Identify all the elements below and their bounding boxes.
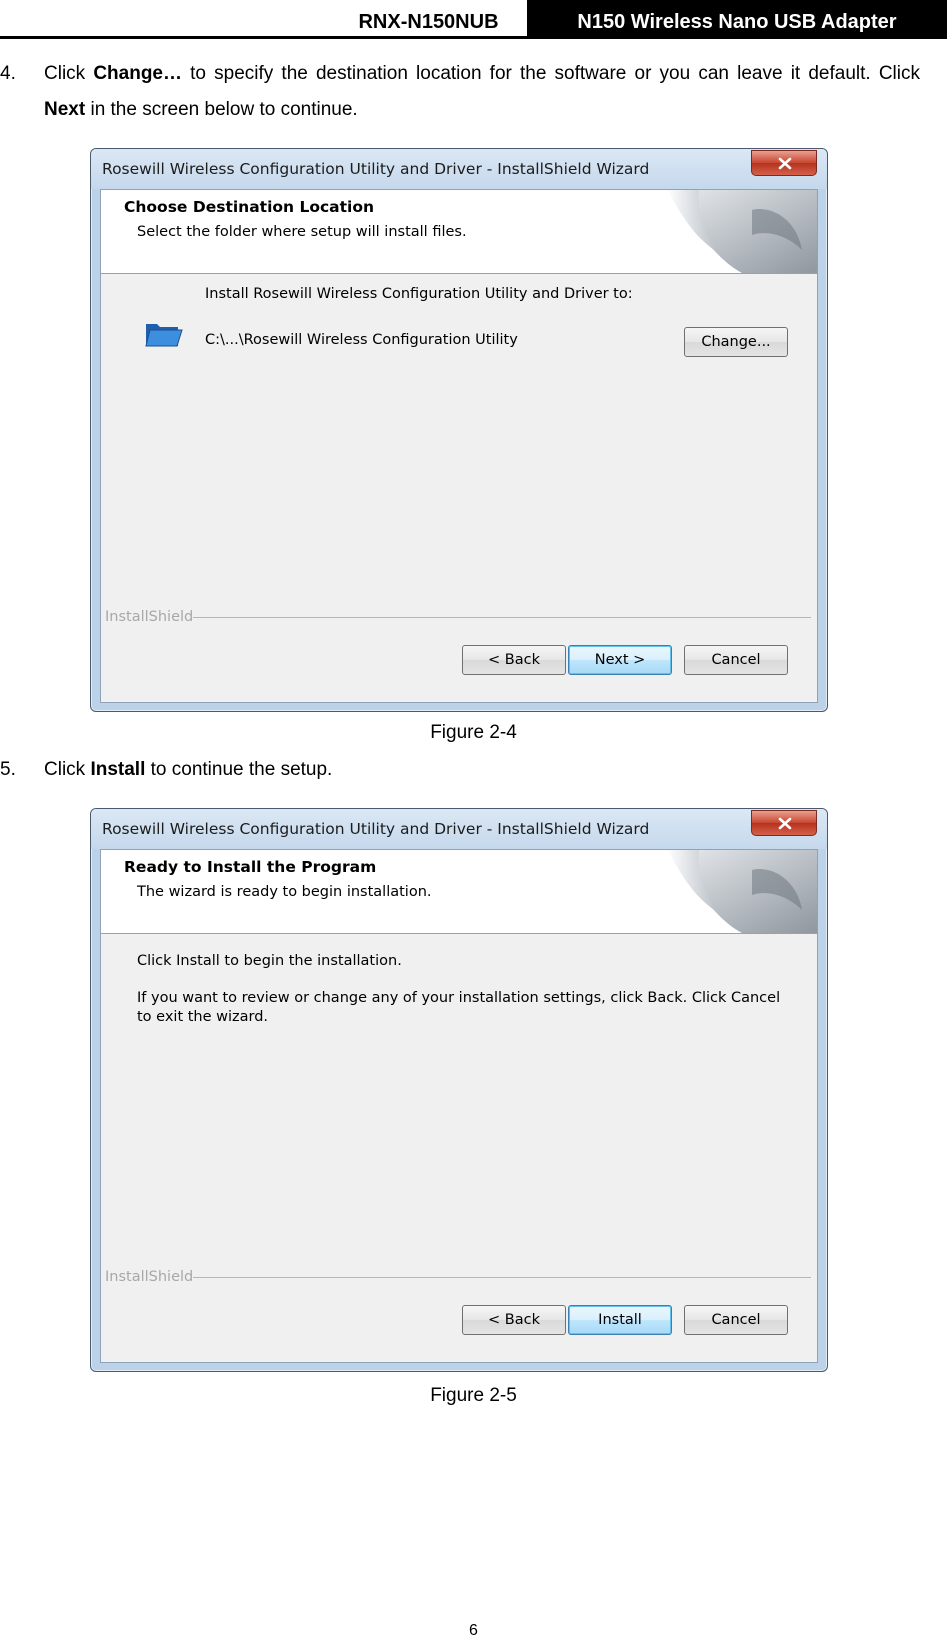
installshield-separator: InstallShield xyxy=(105,1269,811,1285)
close-icon xyxy=(778,157,792,170)
wizard-dialog-ready: Rosewill Wireless Configuration Utility … xyxy=(90,808,828,1372)
dialog-titlebar[interactable]: Rosewill Wireless Configuration Utility … xyxy=(91,809,827,849)
step-4: 4. Click Change… to specify the destinat… xyxy=(0,56,920,128)
installshield-label: InstallShield xyxy=(105,609,194,625)
install-to-label: Install Rosewill Wireless Configuration … xyxy=(205,286,633,302)
dialog-title: Rosewill Wireless Configuration Utility … xyxy=(102,820,650,838)
install-keyword: Install xyxy=(90,759,146,780)
instruction-line-1: Click Install to begin the installation. xyxy=(137,953,402,969)
banner-subtitle: The wizard is ready to begin installatio… xyxy=(137,884,432,900)
figure-caption: Figure 2-4 xyxy=(430,722,517,743)
install-path: C:\...\Rosewill Wireless Configuration U… xyxy=(205,332,518,348)
back-button[interactable]: < Back xyxy=(462,1305,566,1335)
change-button[interactable]: Change... xyxy=(684,327,788,357)
header-product-title: N150 Wireless Nano USB Adapter xyxy=(527,0,947,38)
header-model: RNX-N150NUB xyxy=(358,11,499,33)
banner-title: Choose Destination Location xyxy=(124,198,375,216)
banner-subtitle: Select the folder where setup will insta… xyxy=(137,224,467,240)
step-number: 4. xyxy=(0,63,16,84)
step-5: 5. Click Install to continue the setup. xyxy=(0,752,920,788)
installshield-page-curl-icon xyxy=(657,190,817,273)
installshield-separator: InstallShield xyxy=(105,609,811,625)
dialog-banner: Choose Destination Location Select the f… xyxy=(101,190,817,274)
separator-rule xyxy=(193,1277,811,1278)
step-text: Click Install to continue the setup. xyxy=(44,759,333,780)
cancel-button[interactable]: Cancel xyxy=(684,1305,788,1335)
install-button[interactable]: Install xyxy=(568,1305,672,1335)
close-button[interactable] xyxy=(751,810,817,836)
dialog-title: Rosewill Wireless Configuration Utility … xyxy=(102,160,650,178)
instruction-line-2: If you want to review or change any of y… xyxy=(137,990,781,1025)
next-keyword: Next xyxy=(44,99,86,120)
figure-caption: Figure 2-5 xyxy=(430,1385,517,1406)
separator-rule xyxy=(193,617,811,618)
step-number: 5. xyxy=(0,759,16,780)
change-keyword: Change… xyxy=(93,63,182,84)
dialog-client-area: Ready to Install the Program The wizard … xyxy=(100,849,818,1363)
wizard-dialog-destination: Rosewill Wireless Configuration Utility … xyxy=(90,148,828,712)
installshield-label: InstallShield xyxy=(105,1269,194,1285)
cancel-button[interactable]: Cancel xyxy=(684,645,788,675)
next-button[interactable]: Next > xyxy=(568,645,672,675)
dialog-banner: Ready to Install the Program The wizard … xyxy=(101,850,817,934)
close-button[interactable] xyxy=(751,150,817,176)
banner-title: Ready to Install the Program xyxy=(124,858,377,876)
dialog-titlebar[interactable]: Rosewill Wireless Configuration Utility … xyxy=(91,149,827,189)
close-icon xyxy=(778,817,792,830)
header-rule xyxy=(0,36,947,39)
step-text: Click Change… to specify the destination… xyxy=(44,63,920,120)
back-button[interactable]: < Back xyxy=(462,645,566,675)
folder-icon xyxy=(145,324,183,347)
page-number: 6 xyxy=(469,1622,478,1639)
dialog-client-area: Choose Destination Location Select the f… xyxy=(100,189,818,703)
installshield-page-curl-icon xyxy=(657,850,817,933)
